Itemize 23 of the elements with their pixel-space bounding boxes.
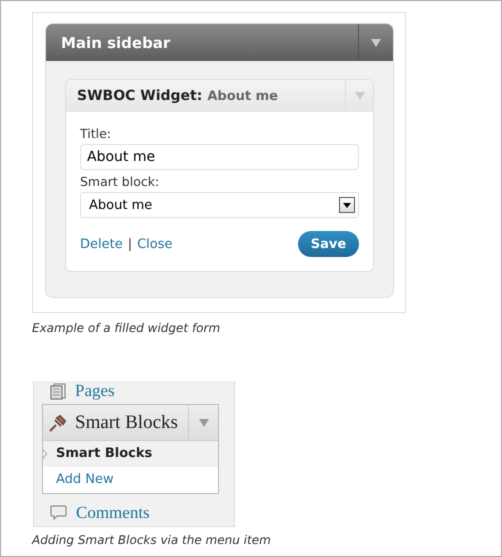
figure-caption: Example of a filled widget form: [32, 321, 222, 335]
caret-icon: [371, 38, 381, 46]
current-pointer-icon: [42, 449, 47, 459]
input-field[interactable]: About me: [80, 144, 359, 170]
submenu-item[interactable]: Smart Blocks: [43, 441, 218, 467]
widget-header[interactable]: SWBOC Widget: About me: [66, 80, 373, 112]
select-field[interactable]: About me: [80, 192, 359, 218]
menu-item[interactable]: Comments: [34, 500, 234, 526]
field-label: Smart block:: [80, 174, 160, 189]
widget-name: SWBOC Widget:: [77, 88, 202, 104]
caret-icon: [354, 92, 364, 100]
menu-item[interactable]: Pages: [34, 381, 234, 404]
caret-icon: [198, 418, 208, 426]
close-link[interactable]: Close: [137, 236, 173, 252]
save-button[interactable]: Save: [298, 231, 359, 257]
dropdown-icon: [339, 197, 355, 213]
sidebar-title: Main sidebar: [60, 34, 170, 52]
link-separator: |: [128, 236, 132, 252]
delete-link[interactable]: Delete: [80, 236, 123, 252]
field-label: Title:: [80, 126, 112, 141]
figure-caption: Adding Smart Blocks via the menu item: [32, 533, 272, 547]
widget-subtitle: About me: [207, 89, 278, 104]
comment-icon: [50, 505, 67, 521]
